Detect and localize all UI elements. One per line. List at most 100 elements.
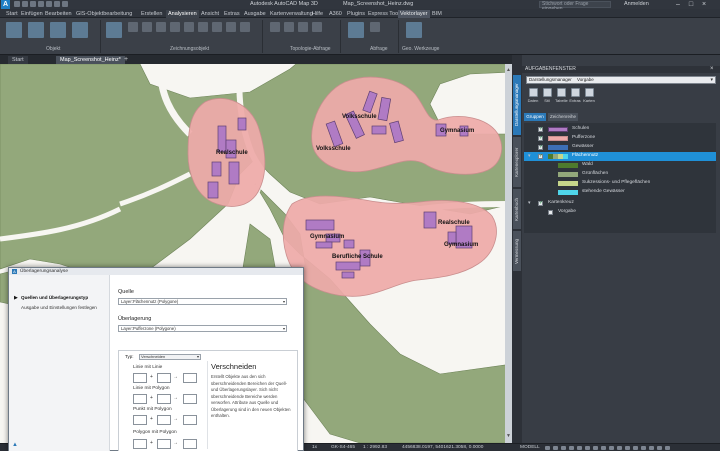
side-tab-kartenexplorer[interactable]: Kartenexplorer (513, 137, 521, 187)
ribbon-button-10[interactable] (184, 22, 194, 32)
customize-icon[interactable] (665, 446, 670, 450)
tab-analysieren[interactable]: Analysieren (166, 10, 199, 18)
layer-checkbox[interactable] (538, 135, 543, 141)
layer-row-pufferzone[interactable]: Pufferzone (524, 134, 716, 143)
layer-row-schulen[interactable]: Schulen (524, 125, 716, 134)
tab-einfuegen[interactable]: Einfügen (19, 10, 45, 18)
doc-tab-start[interactable]: Start (8, 56, 28, 64)
source-select[interactable]: Layer:Flächennutz (Polygone) ▾ (118, 298, 287, 305)
tab-a360[interactable]: A360 (327, 10, 344, 18)
tool-daten[interactable]: Daten (527, 88, 539, 103)
print-icon[interactable] (46, 1, 52, 7)
layer-checkbox[interactable] (538, 144, 543, 150)
tab-extras[interactable]: Extras (222, 10, 242, 18)
ortho-icon[interactable] (561, 446, 566, 450)
ribbon-button-18[interactable] (312, 22, 322, 32)
hardware-accel-icon[interactable] (649, 446, 654, 450)
step-output[interactable]: Ausgabe und Einstellungen festlegen (21, 305, 97, 310)
redo-icon[interactable] (62, 1, 68, 7)
selection-cycling-icon[interactable] (609, 446, 614, 450)
map-scale[interactable]: 1 : 2992.83 (363, 445, 387, 450)
ribbon-button-2[interactable] (28, 22, 44, 38)
nav-up-icon[interactable]: ▲ (506, 68, 511, 73)
ribbon-button-16[interactable] (284, 22, 294, 32)
annotation-scale[interactable]: 1x (312, 445, 317, 450)
option-polygon-polygon[interactable]: Polygon mit Polygon (133, 430, 177, 435)
tab-ausgabe[interactable]: Ausgabe (242, 10, 268, 18)
add-tab-button[interactable]: + (124, 56, 128, 64)
tab-bim[interactable]: BIM (430, 10, 444, 18)
lineweight-icon[interactable] (593, 446, 598, 450)
new-file-icon[interactable] (14, 1, 20, 7)
subtab-zeichenreihe[interactable]: Zeichenreihe (548, 113, 578, 121)
navigation-bar[interactable]: ▲ ▼ (505, 64, 512, 443)
app-logo[interactable]: A (1, 0, 10, 9)
tab-plugins[interactable]: Plugins (345, 10, 367, 18)
side-tab-vermessung[interactable]: Vermessung (513, 231, 521, 271)
ribbon-button-6[interactable] (128, 22, 138, 32)
lock-icon[interactable] (633, 446, 638, 450)
annotation-icon[interactable] (617, 446, 622, 450)
tool-tabelle[interactable]: Tabelle (555, 88, 568, 103)
maximize-icon[interactable]: □ (685, 0, 697, 9)
ribbon-button-7[interactable] (142, 22, 152, 32)
ribbon-button-11[interactable] (198, 22, 208, 32)
layer-checkbox[interactable] (548, 210, 553, 215)
nav-down-icon[interactable]: ▼ (506, 434, 511, 439)
tab-hilfe[interactable]: Hilfe (310, 10, 325, 18)
task-pane-close-icon[interactable]: × (710, 66, 714, 73)
isolate-icon[interactable] (641, 446, 646, 450)
type-select[interactable]: Verschneiden ▾ (139, 354, 201, 360)
ribbon-button-8[interactable] (156, 22, 166, 32)
ribbon-button-14[interactable] (240, 22, 250, 32)
step-sources[interactable]: Quellen und Überlagerungstyp (21, 295, 88, 300)
map-selector[interactable]: Darstellungsmanager Vorgabe ▾ (526, 76, 716, 84)
sign-in-button[interactable]: Anmelden (624, 1, 649, 7)
save-as-icon[interactable] (38, 1, 44, 7)
style-row-stehende-gewaesser[interactable]: stehende Gewässer (524, 188, 716, 197)
transparency-icon[interactable] (601, 446, 606, 450)
option-point-polygon[interactable]: Punkt mit Polygon (133, 407, 172, 412)
tab-erstellen[interactable]: Erstellen (139, 10, 164, 18)
style-row-wald[interactable]: Wald (524, 161, 716, 170)
ribbon-button-17[interactable] (298, 22, 308, 32)
tool-karten[interactable]: Karten (583, 88, 595, 103)
layer-row-kartenkreuz[interactable]: ▾ Kartenkreuz (524, 199, 716, 208)
workspace-icon[interactable] (625, 446, 630, 450)
side-tab-kartenbuch[interactable]: Kartenbuch (513, 189, 521, 229)
grid-icon[interactable] (545, 446, 550, 450)
collapse-icon[interactable]: ▾ (528, 153, 531, 159)
ribbon-button-1[interactable] (6, 22, 22, 38)
style-row-sukzession[interactable]: Sukzessions- und Pflegeflächen (524, 179, 716, 188)
layer-row-gewaesser[interactable]: Gewässer (524, 143, 716, 152)
overlay-select[interactable]: Layer:Pufferzone (Polygone) ▾ (118, 325, 287, 332)
save-icon[interactable] (30, 1, 36, 7)
ribbon-button-9[interactable] (170, 22, 180, 32)
tab-kartenverwaltung[interactable]: Kartenverwaltung (268, 10, 315, 18)
collapse-icon[interactable]: ▾ (528, 200, 531, 206)
ribbon-button-4[interactable] (72, 22, 88, 38)
ribbon-button-12[interactable] (212, 22, 222, 32)
option-line-polygon[interactable]: Linie mit Polygon (133, 386, 170, 391)
layer-checkbox[interactable] (538, 153, 543, 159)
snap-icon[interactable] (553, 446, 558, 450)
style-row-gruenflaechen[interactable]: Grünflächen (524, 170, 716, 179)
ribbon-button-15[interactable] (270, 22, 280, 32)
polar-icon[interactable] (569, 446, 574, 450)
tool-stil[interactable]: Stil (541, 88, 553, 103)
clean-screen-icon[interactable] (657, 446, 662, 450)
osnap-icon[interactable] (577, 446, 582, 450)
subtab-gruppen[interactable]: Gruppen (524, 113, 546, 121)
tab-ansicht[interactable]: Ansicht (199, 10, 221, 18)
option-line-line[interactable]: Linie mit Linie (133, 365, 162, 370)
model-space-button[interactable]: MODELL (520, 445, 540, 450)
ribbon-button-13[interactable] (226, 22, 236, 32)
coordinate-system[interactable]: GK-S4-465 (331, 445, 355, 450)
tab-bearbeiten[interactable]: Bearbeiten (43, 10, 74, 18)
open-file-icon[interactable] (22, 1, 28, 7)
tab-gis-objektbearbeitung[interactable]: GIS-Objektbearbeitung (74, 10, 134, 18)
layer-checkbox[interactable] (538, 200, 543, 206)
undo-icon[interactable] (54, 1, 60, 7)
doc-tab-map[interactable]: Map_Screenshot_Heinz* (56, 56, 125, 64)
ribbon-button-21[interactable] (406, 22, 422, 38)
